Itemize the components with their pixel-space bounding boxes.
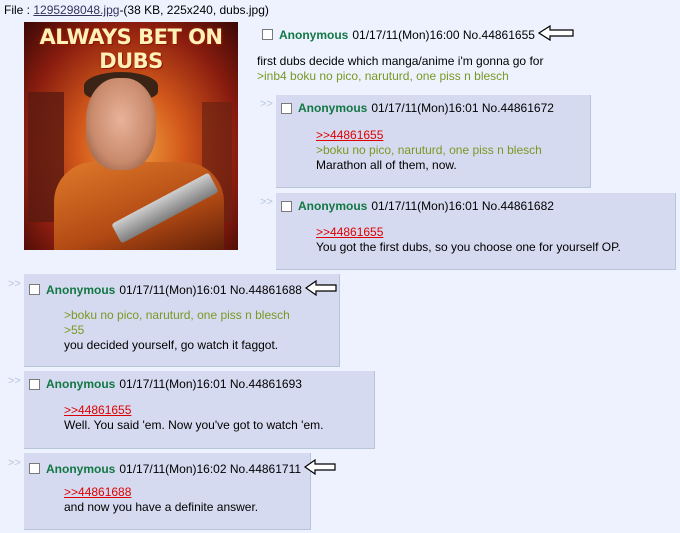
reply-text: and now you have a definite answer. bbox=[64, 500, 259, 514]
left-arrow-outline-icon bbox=[304, 458, 336, 478]
reply-meta[interactable]: 01/17/11(Mon)16:01 No.44861672 bbox=[371, 101, 554, 115]
reply-marker: >> bbox=[8, 375, 21, 387]
reply-name: Anonymous bbox=[298, 199, 368, 213]
reply-body: >>44861655 Well. You said 'em. Now you'v… bbox=[64, 403, 323, 433]
reply-greentext: >boku no pico, naruturd, one piss n bles… bbox=[316, 143, 542, 157]
reply-meta[interactable]: 01/17/11(Mon)16:01 No.44861693 bbox=[119, 377, 302, 391]
reply-delete-checkbox[interactable] bbox=[281, 200, 292, 212]
reply-header: Anonymous 01/17/11(Mon)16:01 No.44861672 bbox=[281, 101, 554, 115]
reply-meta[interactable]: 01/17/11(Mon)16:01 No.44861682 bbox=[371, 199, 554, 213]
reply-text: you decided yourself, go watch it faggot… bbox=[64, 338, 279, 352]
reply-name: Anonymous bbox=[298, 101, 368, 115]
op-header: Anonymous 01/17/11(Mon)16:00 No.44861655 bbox=[262, 24, 574, 44]
reply-quote-link[interactable]: >>44861655 bbox=[64, 403, 131, 417]
image-banner-text: ALWAYS BET ON DUBS bbox=[39, 25, 223, 73]
reply-body: >>44861655 >boku no pico, naruturd, one … bbox=[316, 128, 542, 173]
file-link[interactable]: 1295298048.jpg bbox=[33, 3, 119, 17]
op-greentext: >inb4 boku no pico, naruturd, one piss n… bbox=[257, 69, 509, 83]
reply-name: Anonymous bbox=[46, 377, 116, 391]
reply-body: >boku no pico, naruturd, one piss n bles… bbox=[64, 308, 290, 353]
reply-marker: >> bbox=[260, 98, 273, 110]
file-prefix: File : bbox=[4, 3, 34, 17]
reply-header: Anonymous 01/17/11(Mon)16:01 No.44861693 bbox=[29, 377, 302, 391]
reply-text: Marathon all of them, now. bbox=[316, 158, 457, 172]
reply-header: Anonymous 01/17/11(Mon)16:01 No.44861688 bbox=[29, 279, 337, 299]
op-body: first dubs decide which manga/anime i'm … bbox=[257, 54, 543, 84]
op-line: first dubs decide which manga/anime i'm … bbox=[257, 54, 544, 68]
reply-post: Anonymous 01/17/11(Mon)16:01 No.44861682… bbox=[276, 193, 676, 270]
reply-name: Anonymous bbox=[46, 282, 116, 297]
reply-quote-link[interactable]: >>44861655 bbox=[316, 225, 383, 239]
reply-text: You got the first dubs, so you choose on… bbox=[316, 240, 621, 254]
op-delete-checkbox[interactable] bbox=[262, 29, 273, 40]
reply-quote-link[interactable]: >>44861655 bbox=[316, 128, 383, 142]
reply-header: Anonymous 01/17/11(Mon)16:02 No.44861711 bbox=[29, 458, 336, 478]
image-figure-body bbox=[54, 162, 224, 250]
reply-body: >>44861655 You got the first dubs, so yo… bbox=[316, 225, 621, 255]
file-details: -(38 KB, 225x240, dubs.jpg) bbox=[119, 3, 269, 17]
reply-name: Anonymous bbox=[46, 461, 116, 476]
reply-body: >>44861688 and now you have a definite a… bbox=[64, 485, 258, 515]
reply-post: Anonymous 01/17/11(Mon)16:01 No.44861693… bbox=[24, 371, 375, 449]
reply-delete-checkbox[interactable] bbox=[29, 378, 40, 390]
reply-header: Anonymous 01/17/11(Mon)16:01 No.44861682 bbox=[281, 199, 554, 213]
reply-greentext: >55 bbox=[64, 323, 85, 337]
reply-meta[interactable]: 01/17/11(Mon)16:01 No.44861688 bbox=[119, 283, 302, 297]
op-meta[interactable]: 01/17/11(Mon)16:00 No.44861655 bbox=[352, 28, 535, 42]
reply-post: Anonymous 01/17/11(Mon)16:01 No.44861688… bbox=[24, 274, 340, 367]
op-name: Anonymous bbox=[279, 27, 349, 42]
left-arrow-outline-icon bbox=[304, 279, 337, 299]
reply-marker: >> bbox=[260, 196, 273, 208]
reply-greentext: >boku no pico, naruturd, one piss n bles… bbox=[64, 308, 290, 322]
reply-text: Well. You said 'em. Now you've got to wa… bbox=[64, 418, 324, 432]
reply-delete-checkbox[interactable] bbox=[29, 463, 40, 474]
op-thumbnail-image[interactable]: ALWAYS BET ON DUBS bbox=[24, 22, 238, 250]
reply-marker: >> bbox=[8, 278, 21, 290]
file-info: File : 1295298048.jpg-(38 KB, 225x240, d… bbox=[4, 3, 269, 17]
reply-delete-checkbox[interactable] bbox=[281, 102, 292, 114]
reply-quote-link[interactable]: >>44861688 bbox=[64, 485, 131, 499]
left-arrow-outline-icon bbox=[537, 24, 574, 44]
reply-post: Anonymous 01/17/11(Mon)16:01 No.44861672… bbox=[276, 95, 591, 188]
reply-delete-checkbox[interactable] bbox=[29, 284, 40, 295]
reply-marker: >> bbox=[8, 457, 21, 469]
reply-meta[interactable]: 01/17/11(Mon)16:02 No.44861711 bbox=[119, 462, 301, 476]
reply-post: Anonymous 01/17/11(Mon)16:02 No.44861711… bbox=[24, 453, 336, 530]
image-figure-face bbox=[86, 78, 156, 170]
